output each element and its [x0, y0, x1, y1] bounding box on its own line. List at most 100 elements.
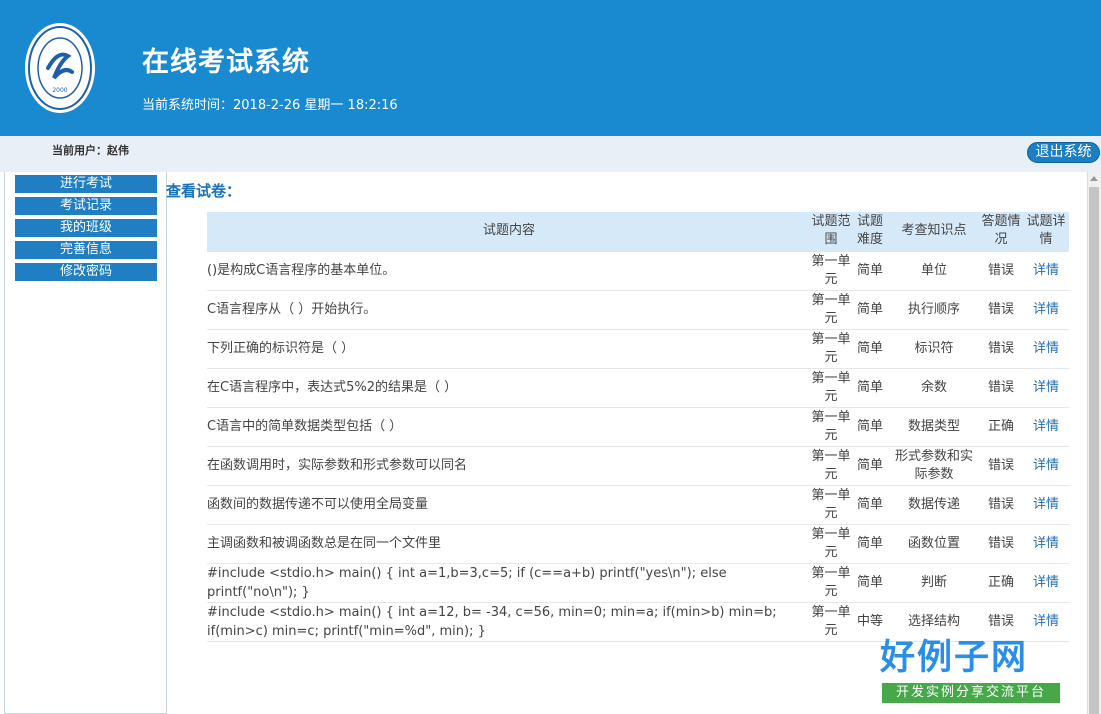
- logout-button[interactable]: 退出系统: [1027, 142, 1100, 163]
- question-difficulty: 简单: [851, 368, 889, 408]
- question-difficulty: 简单: [851, 485, 889, 525]
- detail-link[interactable]: 详情: [1033, 497, 1059, 512]
- detail-cell: 详情: [1023, 329, 1069, 369]
- current-user-label: 当前用户：赵伟: [52, 144, 129, 157]
- site-watermark: 好例子网 开发实例分享交流平台: [880, 636, 1062, 706]
- question-scope: 第一单元: [811, 368, 851, 408]
- question-scope: 第一单元: [811, 251, 851, 291]
- question-content: C语言程序从（ ）开始执行。: [207, 290, 811, 330]
- table-row: C语言中的简单数据类型包括（ ） 第一单元 简单 数据类型 正确 详情: [207, 407, 1069, 447]
- question-content: C语言中的简单数据类型包括（ ）: [207, 407, 811, 447]
- sidebar-item-change-password[interactable]: 修改密码: [15, 263, 157, 281]
- question-content: #include <stdio.h> main() { int a=1,b=3,…: [207, 563, 811, 603]
- table-row: 下列正确的标识符是（ ） 第一单元 简单 标识符 错误 详情: [207, 329, 1069, 369]
- detail-link[interactable]: 详情: [1033, 536, 1059, 551]
- detail-link[interactable]: 详情: [1033, 341, 1059, 356]
- answer-status: 错误: [979, 446, 1023, 486]
- question-difficulty: 简单: [851, 290, 889, 330]
- table-row: 在函数调用时，实际参数和形式参数可以同名 第一单元 简单 形式参数和实际参数 错…: [207, 446, 1069, 486]
- question-scope: 第一单元: [811, 290, 851, 330]
- table-row: #include <stdio.h> main() { int a=1,b=3,…: [207, 563, 1069, 603]
- detail-link[interactable]: 详情: [1033, 302, 1059, 317]
- detail-cell: 详情: [1023, 251, 1069, 291]
- scrollbar-thumb[interactable]: [1089, 187, 1099, 714]
- sidebar-item-complete-info[interactable]: 完善信息: [15, 241, 157, 259]
- user-bar: 当前用户：赵伟: [0, 136, 1101, 172]
- table-row: ()是构成C语言程序的基本单位。 第一单元 简单 单位 错误 详情: [207, 251, 1069, 291]
- question-knowledge: 判断: [889, 563, 979, 603]
- question-content: ()是构成C语言程序的基本单位。: [207, 251, 811, 291]
- question-difficulty: 简单: [851, 407, 889, 447]
- question-knowledge: 执行顺序: [889, 290, 979, 330]
- table-row: 函数间的数据传递不可以使用全局变量 第一单元 简单 数据传递 错误 详情: [207, 485, 1069, 525]
- answer-status: 错误: [979, 251, 1023, 291]
- answer-status: 错误: [979, 485, 1023, 525]
- question-knowledge: 标识符: [889, 329, 979, 369]
- detail-link[interactable]: 详情: [1033, 419, 1059, 434]
- column-header-difficulty: 试题难度: [851, 212, 889, 252]
- header-banner: 2000 在线考试系统 当前系统时间：2018-2-26 星期一 18:2:16: [0, 0, 1101, 136]
- column-header-knowledge: 考查知识点: [889, 212, 979, 252]
- sidebar-item-take-exam[interactable]: 进行考试: [15, 175, 157, 193]
- question-content: 在函数调用时，实际参数和形式参数可以同名: [207, 446, 811, 486]
- question-content: #include <stdio.h> main() { int a=12, b=…: [207, 602, 811, 642]
- table-row: C语言程序从（ ）开始执行。 第一单元 简单 执行顺序 错误 详情: [207, 290, 1069, 330]
- sidebar-item-my-class[interactable]: 我的班级: [15, 219, 157, 237]
- watermark-subtitle: 开发实例分享交流平台: [882, 683, 1060, 703]
- question-content: 函数间的数据传递不可以使用全局变量: [207, 485, 811, 525]
- question-scope: 第一单元: [811, 485, 851, 525]
- question-knowledge: 余数: [889, 368, 979, 408]
- question-scope: 第一单元: [811, 602, 851, 642]
- answer-status: 错误: [979, 368, 1023, 408]
- column-header-scope: 试题范围: [811, 212, 851, 252]
- detail-cell: 详情: [1023, 524, 1069, 564]
- detail-link[interactable]: 详情: [1033, 380, 1059, 395]
- question-difficulty: 简单: [851, 446, 889, 486]
- system-time-label: 当前系统时间：: [142, 98, 234, 113]
- answer-status: 错误: [979, 524, 1023, 564]
- question-scope: 第一单元: [811, 329, 851, 369]
- question-scope: 第一单元: [811, 563, 851, 603]
- detail-cell: 详情: [1023, 407, 1069, 447]
- column-header-content: 试题内容: [207, 212, 811, 252]
- table-row: 主调函数和被调函数总是在同一个文件里 第一单元 简单 函数位置 错误 详情: [207, 524, 1069, 564]
- system-time: 当前系统时间：2018-2-26 星期一 18:2:16: [142, 94, 398, 113]
- university-logo-icon: 2000: [25, 23, 95, 113]
- sidebar-item-exam-records[interactable]: 考试记录: [15, 197, 157, 215]
- exam-paper-table-wrapper: 试题内容 试题范围 试题难度 考查知识点 答题情况 试题详情 ()是构成C语言程…: [207, 212, 1069, 642]
- question-knowledge: 形式参数和实际参数: [889, 446, 979, 486]
- scroll-up-arrow-icon[interactable]: [1090, 176, 1098, 181]
- column-header-detail: 试题详情: [1023, 212, 1069, 252]
- question-knowledge: 单位: [889, 251, 979, 291]
- answer-status: 正确: [979, 407, 1023, 447]
- question-content: 在C语言程序中，表达式5%2的结果是（ ）: [207, 368, 811, 408]
- detail-link[interactable]: 详情: [1033, 614, 1059, 629]
- detail-cell: 详情: [1023, 446, 1069, 486]
- question-difficulty: 简单: [851, 524, 889, 564]
- question-knowledge: 数据传递: [889, 485, 979, 525]
- answer-status: 错误: [979, 329, 1023, 369]
- answer-status: 正确: [979, 563, 1023, 603]
- system-title: 在线考试系统: [142, 47, 310, 78]
- detail-link[interactable]: 详情: [1033, 575, 1059, 590]
- question-difficulty: 简单: [851, 251, 889, 291]
- detail-cell: 详情: [1023, 368, 1069, 408]
- question-content: 主调函数和被调函数总是在同一个文件里: [207, 524, 811, 564]
- exam-paper-table: 试题内容 试题范围 试题难度 考查知识点 答题情况 试题详情 ()是构成C语言程…: [207, 212, 1069, 642]
- detail-link[interactable]: 详情: [1033, 263, 1059, 278]
- column-header-status: 答题情况: [979, 212, 1023, 252]
- detail-cell: 详情: [1023, 290, 1069, 330]
- watermark-title: 好例子网: [880, 638, 1029, 678]
- question-knowledge: 函数位置: [889, 524, 979, 564]
- detail-link[interactable]: 详情: [1033, 458, 1059, 473]
- question-scope: 第一单元: [811, 446, 851, 486]
- sidebar-nav: 进行考试 考试记录 我的班级 完善信息 修改密码: [4, 172, 167, 714]
- detail-cell: 详情: [1023, 485, 1069, 525]
- svg-text:2000: 2000: [52, 87, 67, 94]
- table-header-row: 试题内容 试题范围 试题难度 考查知识点 答题情况 试题详情: [207, 212, 1069, 252]
- question-content: 下列正确的标识符是（ ）: [207, 329, 811, 369]
- table-row: 在C语言程序中，表达式5%2的结果是（ ） 第一单元 简单 余数 错误 详情: [207, 368, 1069, 408]
- page-title: 查看试卷：: [166, 182, 242, 200]
- question-scope: 第一单元: [811, 524, 851, 564]
- question-knowledge: 数据类型: [889, 407, 979, 447]
